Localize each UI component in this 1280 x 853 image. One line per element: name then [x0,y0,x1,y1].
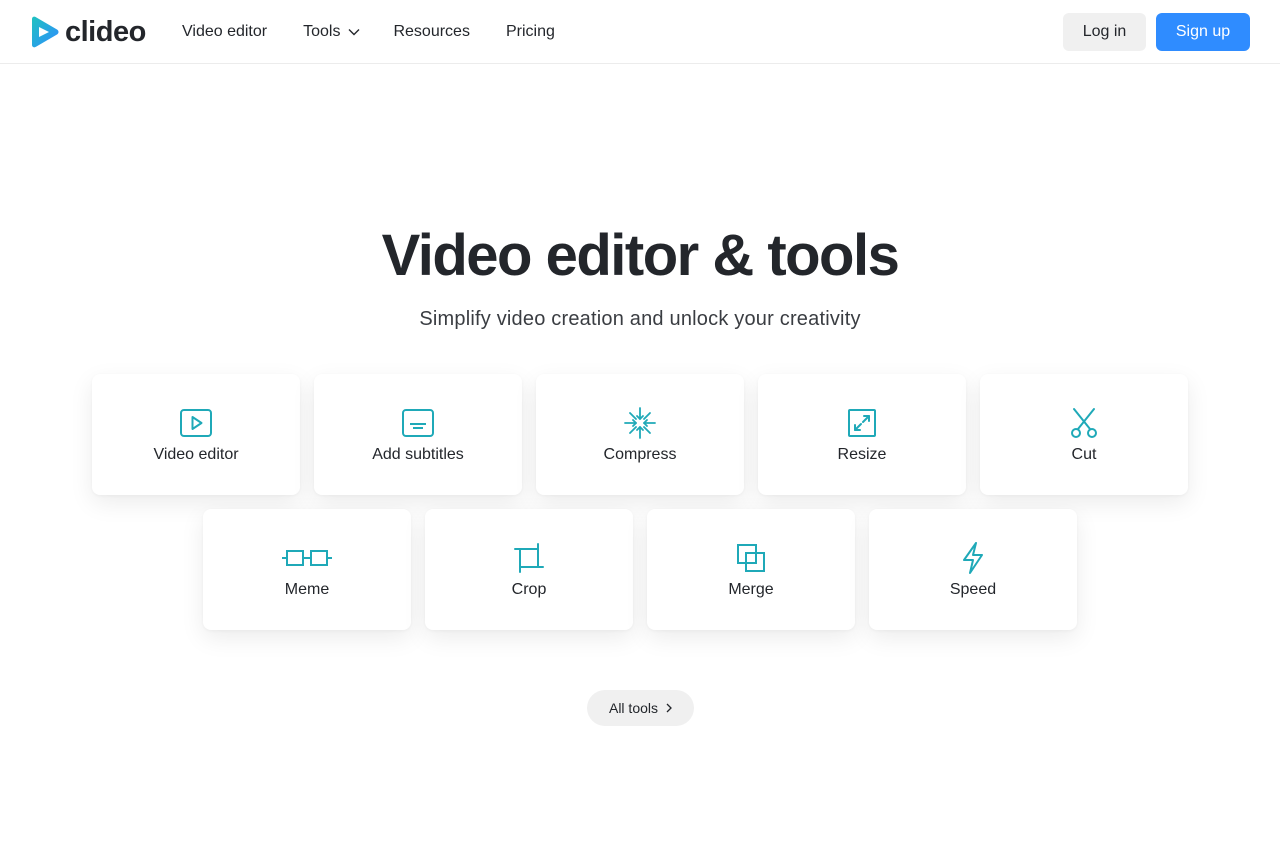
merge-icon [737,544,765,572]
header: clideo Video editor Tools Resources Pric… [0,0,1280,64]
resize-icon [848,409,876,437]
all-tools-button[interactable]: All tools [587,690,694,726]
tool-card-video-editor[interactable]: Video editor [92,374,300,495]
tool-card-label: Add subtitles [372,446,464,463]
tool-card-label: Crop [511,581,547,598]
all-tools-label: All tools [608,700,659,716]
play-icon [180,409,212,437]
crop-icon [514,543,544,573]
main-nav: Video editor Tools Resources Pricing [182,0,591,63]
nav-video-editor-label: Video editor [182,22,268,40]
nav-resources-label: Resources [393,22,470,40]
nav-resources[interactable]: Resources [393,23,469,41]
compress-icon [624,407,656,439]
nav-pricing-label: Pricing [505,22,555,40]
tool-card-resize[interactable]: Resize [758,374,966,495]
tool-card-add-subtitles[interactable]: Add subtitles [314,374,522,495]
tool-card-merge[interactable]: Merge [647,509,855,630]
tool-card-label: Merge [728,581,774,598]
tool-card-label: Meme [284,581,330,598]
nav-tools[interactable]: Tools [303,23,360,41]
tool-card-meme[interactable]: Meme [203,509,411,630]
page-title: Video editor & tools [381,223,900,288]
tool-card-label: Resize [837,446,887,463]
signup-button[interactable]: Sign up [1156,13,1250,51]
nav-tools-label: Tools [303,22,341,40]
logo-wordmark: clideo [65,16,146,48]
lightning-icon [963,542,983,574]
scissors-icon [1071,408,1097,438]
meme-icon [282,550,332,566]
tool-card-crop[interactable]: Crop [425,509,633,630]
chevron-down-icon [348,28,360,35]
tool-card-label: Video editor [153,446,239,463]
page-subtitle: Simplify video creation and unlock your … [419,308,861,330]
clideo-logo-icon [32,16,59,48]
tool-card-label: Speed [949,581,997,598]
tool-card-speed[interactable]: Speed [869,509,1077,630]
clideo-logo[interactable]: clideo [30,15,146,49]
tool-card-label: Cut [1071,446,1097,463]
tool-card-compress[interactable]: Compress [536,374,744,495]
nav-video-editor[interactable]: Video editor [182,23,267,41]
tool-card-label: Compress [603,446,677,463]
chevron-right-icon [666,703,672,713]
subtitles-icon [402,409,434,437]
login-button[interactable]: Log in [1063,13,1146,51]
tool-card-cut[interactable]: Cut [980,374,1188,495]
nav-pricing[interactable]: Pricing [506,23,555,41]
